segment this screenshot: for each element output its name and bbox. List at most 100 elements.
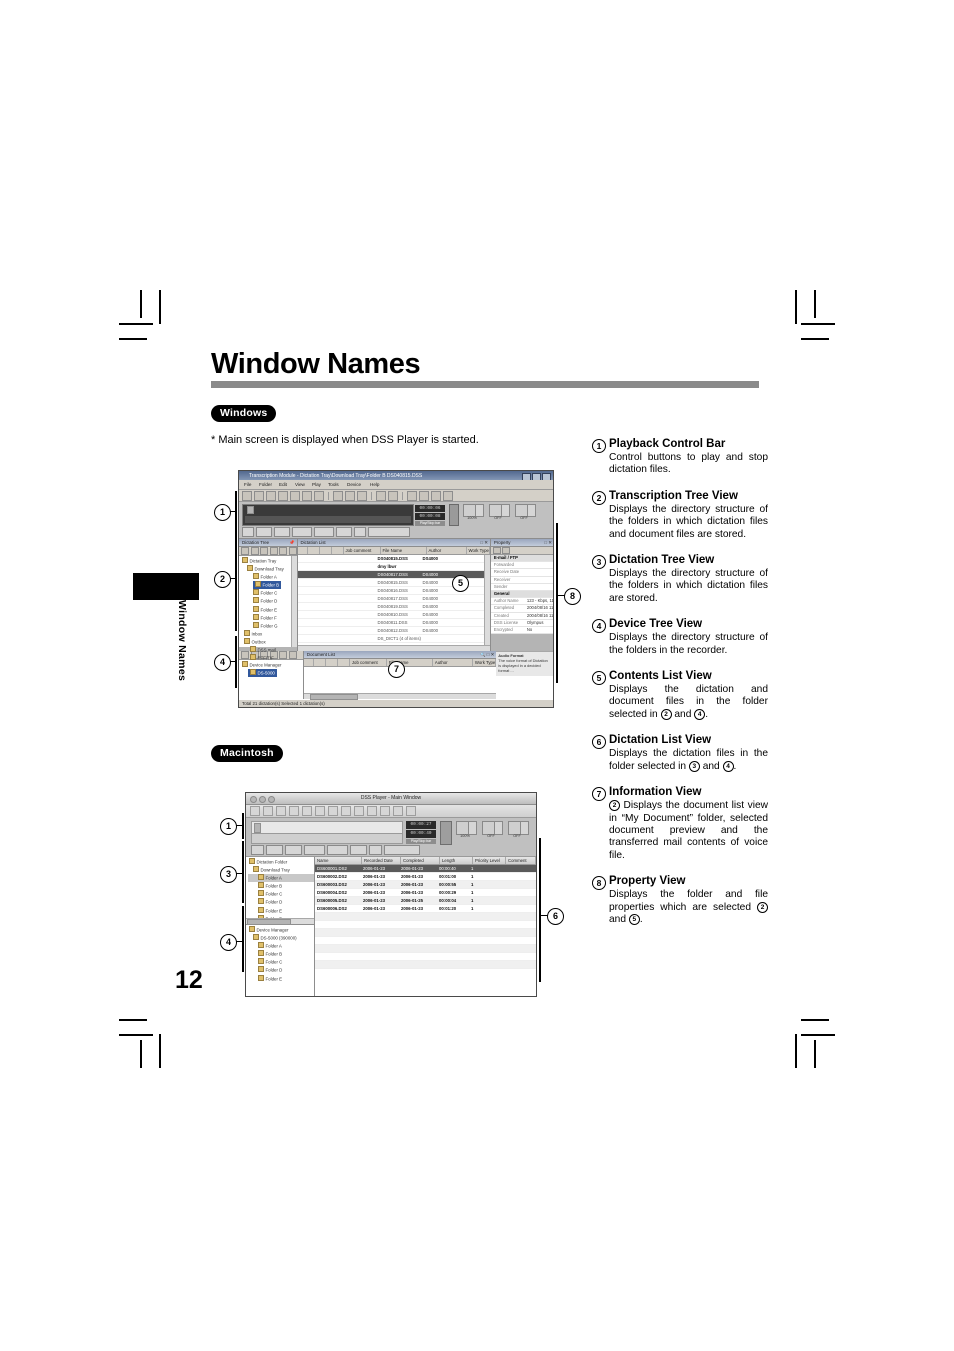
document-list-buttons[interactable]: 🔍 □ ✕ xyxy=(480,651,494,658)
list-vertical-scrollbar[interactable] xyxy=(483,555,490,651)
prev-button[interactable] xyxy=(285,845,302,855)
column-header-comment[interactable]: Comment xyxy=(506,857,536,864)
volume-slider[interactable] xyxy=(384,845,420,855)
mac-noise-stepper[interactable] xyxy=(520,821,529,835)
property-row[interactable]: Encrypted No xyxy=(490,627,553,634)
mail-icon[interactable] xyxy=(406,806,416,816)
table-row[interactable]: DS040812.DSS DS4000 xyxy=(297,627,490,635)
rewind-button[interactable] xyxy=(266,845,283,855)
stop-button[interactable] xyxy=(354,527,366,537)
tree-node[interactable]: Device Manager xyxy=(241,661,303,669)
new-folder-icon[interactable] xyxy=(241,547,249,555)
mac-dictation-tree-scrollbar[interactable] xyxy=(246,918,314,925)
check-icon[interactable] xyxy=(367,806,377,816)
table-row[interactable]: DS600004.DS2 2006-01-23 2006-01-23 00:00:29… xyxy=(315,889,536,897)
table-row[interactable]: DS040811.DSS DS4000 xyxy=(297,619,490,627)
column-header-completed[interactable]: Completed xyxy=(401,857,440,864)
delete-folder-icon[interactable] xyxy=(288,547,297,555)
play-button[interactable] xyxy=(304,845,325,855)
property-group[interactable]: E-mail / FTP xyxy=(490,555,553,563)
tree-node-list[interactable]: Dictation Tray Download Tray Folder A Fo… xyxy=(239,556,297,669)
mac-dictation-list-view[interactable]: Name Recorded Date Completed Length Prio… xyxy=(315,857,536,996)
column-header-flag[interactable] xyxy=(298,547,308,554)
table-row[interactable]: DS040815.DSS DS4000 xyxy=(297,555,490,563)
table-row[interactable]: DS040817.DSS DS4000 xyxy=(297,595,490,603)
property-row[interactable]: Forwarded xyxy=(490,562,553,570)
copy-icon[interactable] xyxy=(302,806,312,816)
tree-node[interactable]: Folder D xyxy=(248,966,314,974)
tree-node[interactable]: Inbox xyxy=(241,629,297,638)
prev-button[interactable] xyxy=(274,527,290,537)
headset-icon[interactable] xyxy=(242,490,252,501)
copy-icon[interactable] xyxy=(419,490,429,501)
tree-node[interactable]: Folder E xyxy=(248,906,314,915)
pin-icon[interactable]: 📌 xyxy=(289,539,294,546)
playback-control-bar[interactable]: 00:00:06 00:00:08 Play/Stop bar 100% OFF… xyxy=(239,502,553,539)
mac-speed-stepper[interactable] xyxy=(468,821,477,835)
menu-help[interactable]: Help xyxy=(370,481,379,488)
tree-node[interactable]: Folder G xyxy=(241,621,297,630)
device-tree-node-list[interactable]: Device Manager DS-5000 xyxy=(239,660,303,700)
paste-icon[interactable] xyxy=(431,490,441,501)
column-header-name[interactable]: Name xyxy=(315,857,362,864)
mac-toolbar[interactable] xyxy=(246,805,536,818)
toolbar[interactable] xyxy=(239,490,553,502)
volume-slider[interactable] xyxy=(368,527,410,537)
next-button[interactable] xyxy=(327,845,348,855)
table-row[interactable] xyxy=(315,953,536,961)
mac-device-tree-view[interactable]: Device Manager DS-5000 (390000) Folder A… xyxy=(246,925,314,996)
column-header-priority[interactable] xyxy=(338,659,350,666)
menu-tools[interactable]: Tools xyxy=(328,481,339,488)
undo-icon[interactable] xyxy=(315,806,325,816)
index-button[interactable] xyxy=(251,845,264,855)
menu-bar[interactable]: File Folder Edit View Play Tools Device … xyxy=(239,480,553,490)
table-row[interactable] xyxy=(315,945,536,953)
property-row[interactable]: Author Name 123 - Kbps, 11 xyxy=(490,598,553,606)
tree-node-selected[interactable]: Folder B xyxy=(241,581,297,590)
folder-icon[interactable] xyxy=(314,490,324,501)
column-header-work-type[interactable]: Work Type xyxy=(467,547,490,554)
property-row[interactable]: Created 2004/08/16 11 xyxy=(490,613,553,620)
table-row[interactable]: DS600003.DS2 2006-01-23 2006-01-23 00:00:55… xyxy=(315,881,536,889)
waveform-slider-area[interactable] xyxy=(242,504,414,526)
column-header-recorded-date[interactable]: Recorded Date xyxy=(362,857,401,864)
tree-toolbar[interactable] xyxy=(239,547,297,556)
tree-node[interactable]: Outbox xyxy=(241,637,297,646)
property-group[interactable]: General xyxy=(490,591,553,599)
tree-node[interactable]: Folder A xyxy=(241,573,297,581)
up-folder-icon[interactable] xyxy=(250,547,259,555)
table-row[interactable]: DS040810.DSS DS4000 xyxy=(297,611,490,619)
tree-node[interactable]: DS-5000 (390000) xyxy=(248,934,314,942)
column-header-priority-level[interactable]: Priority Level xyxy=(473,857,506,864)
column-header-status[interactable] xyxy=(308,547,320,554)
table-row[interactable] xyxy=(315,921,536,929)
property-row[interactable]: Sender xyxy=(490,584,553,592)
column-header-work-type[interactable]: Work Type xyxy=(473,659,497,666)
mac-tone-stepper[interactable] xyxy=(494,821,503,835)
index-button[interactable] xyxy=(242,527,254,537)
cut-icon[interactable] xyxy=(407,490,417,501)
tree-node[interactable]: Download Tray xyxy=(241,565,297,573)
fastforward-button[interactable] xyxy=(336,527,352,537)
tree-node[interactable]: DSS mail xyxy=(241,646,297,654)
info-icon[interactable] xyxy=(393,806,403,816)
slider-thumb[interactable] xyxy=(254,823,261,833)
new-folder-icon[interactable] xyxy=(250,806,260,816)
mac-dictation-tree-view[interactable]: Dictation Folder Download Tray Folder A … xyxy=(246,857,314,937)
transport-buttons[interactable] xyxy=(242,527,410,537)
tree-node[interactable]: Dictation Folder xyxy=(248,858,314,866)
download-icon[interactable] xyxy=(263,806,273,816)
tree-node[interactable]: Folder C xyxy=(248,890,314,898)
category-sort-icon[interactable] xyxy=(492,547,501,554)
column-header-author[interactable]: Author xyxy=(427,547,467,554)
next-button[interactable] xyxy=(314,527,334,537)
paste-folder-icon[interactable] xyxy=(279,547,287,555)
column-header-status[interactable] xyxy=(314,659,326,666)
column-header-lock[interactable] xyxy=(326,659,338,666)
stop-button[interactable] xyxy=(369,845,382,855)
menu-file[interactable]: File xyxy=(244,481,251,488)
mac-playback-control-bar[interactable]: 00:00:27 00:00:40 Play/Stop bar 100% OFF… xyxy=(246,818,536,857)
tree-node[interactable]: Folder C xyxy=(241,589,297,597)
menu-edit[interactable]: Edit xyxy=(279,481,287,488)
tree-node[interactable]: Folder A xyxy=(248,942,314,950)
